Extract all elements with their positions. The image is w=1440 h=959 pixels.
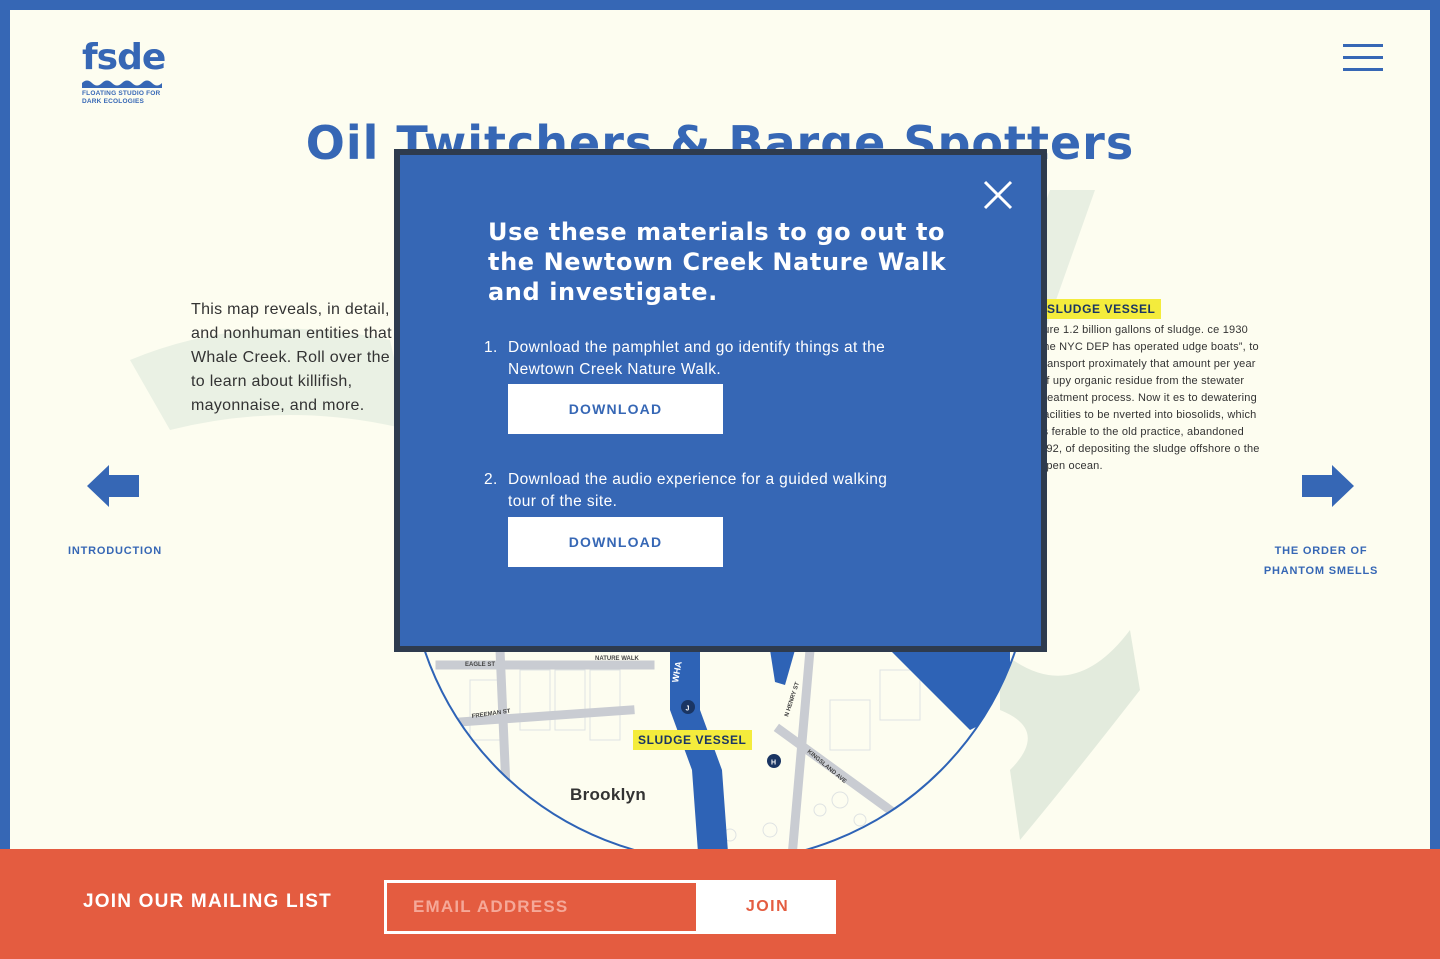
logo-waves-icon <box>82 80 162 88</box>
download-pamphlet-button[interactable]: DOWNLOAD <box>508 384 723 434</box>
step-number: 2. <box>484 471 498 488</box>
menu-bar <box>1343 44 1383 47</box>
map-marker-j[interactable]: J <box>686 706 690 713</box>
join-button[interactable]: JOIN <box>699 880 836 934</box>
next-label-line2: PHANTOM SMELLS <box>1263 565 1379 577</box>
sludge-vessel-tag[interactable]: SLUDGE VESSEL <box>1042 299 1161 319</box>
map-sludge-vessel-label[interactable]: SLUDGE VESSEL <box>633 730 752 750</box>
mailing-list-label: JOIN OUR MAILING LIST <box>83 891 332 912</box>
logo-subtitle-line1: FLOATING STUDIO FOR <box>82 90 161 97</box>
email-input[interactable] <box>384 880 699 934</box>
menu-bar <box>1343 68 1383 71</box>
map-place-naturewalk: NATURE WALK <box>595 656 640 662</box>
materials-modal: Use these materials to go out to the New… <box>394 149 1047 652</box>
map-borough-label: Brooklyn <box>570 785 647 804</box>
mailing-list-footer: JOIN OUR MAILING LIST JOIN <box>0 849 1440 959</box>
modal-heading: Use these materials to go out to the New… <box>488 218 947 306</box>
map-street-eagle: EAGLE ST <box>465 662 495 668</box>
step-text: Download the audio experience for a guid… <box>508 471 888 510</box>
menu-bar <box>1343 56 1383 59</box>
next-label-line1: THE ORDER OF <box>1274 545 1368 557</box>
sludge-description: ture 1.2 billion gallons of sludge. ce 1… <box>1040 324 1260 472</box>
next-arrow-icon[interactable] <box>1302 465 1354 507</box>
next-page-label[interactable]: THE ORDER OF PHANTOM SMELLS <box>1256 541 1386 581</box>
map-marker-h[interactable]: H <box>771 760 776 767</box>
step-number: 1. <box>484 339 498 356</box>
close-icon[interactable] <box>980 177 1016 213</box>
hamburger-menu-icon[interactable] <box>1343 44 1383 74</box>
fsde-logo[interactable]: fsde FLOATING STUDIO FOR DARK ECOLOGIES <box>82 37 166 106</box>
logo-wordmark: fsde <box>82 37 166 78</box>
prev-arrow-icon[interactable] <box>87 465 139 507</box>
prev-page-label[interactable]: INTRODUCTION <box>65 541 165 561</box>
download-audio-button[interactable]: DOWNLOAD <box>508 517 723 567</box>
logo-subtitle-line2: DARK ECOLOGIES <box>82 98 145 105</box>
step-text: Download the pamphlet and go identify th… <box>508 339 886 378</box>
